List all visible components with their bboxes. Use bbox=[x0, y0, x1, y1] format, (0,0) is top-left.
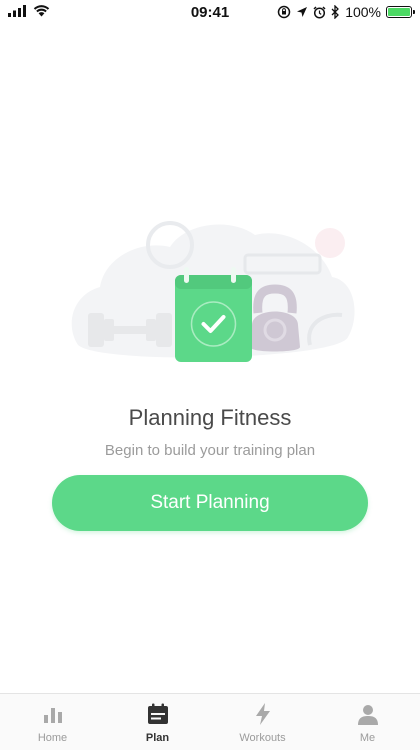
tab-label: Home bbox=[37, 732, 68, 744]
location-icon bbox=[297, 7, 308, 17]
rotation-lock-icon bbox=[277, 5, 291, 19]
status-right: 100% bbox=[277, 4, 415, 20]
battery-icon bbox=[386, 6, 415, 18]
status-bar: 09:41 100% bbox=[0, 0, 420, 26]
battery-percent: 100% bbox=[345, 4, 381, 20]
alarm-icon bbox=[313, 5, 326, 19]
calendar-check-icon bbox=[175, 267, 252, 362]
bluetooth-icon bbox=[331, 5, 340, 19]
tab-label: Me bbox=[359, 732, 376, 744]
tab-workouts[interactable]: Workouts bbox=[210, 694, 315, 750]
tab-plan[interactable]: Plan bbox=[105, 694, 210, 750]
page-title: Planning Fitness bbox=[128, 405, 292, 430]
tab-me[interactable]: Me bbox=[315, 694, 420, 750]
tab-label: Workouts bbox=[239, 732, 286, 744]
lightning-icon bbox=[255, 703, 270, 725]
page-subtitle: Begin to build your training plan bbox=[104, 442, 316, 459]
battery-fill bbox=[388, 8, 410, 16]
tab-bar: Home Plan Workouts Me bbox=[0, 693, 420, 750]
start-planning-button[interactable]: Start Planning bbox=[52, 475, 368, 531]
bar-chart-icon bbox=[43, 708, 62, 723]
planning-illustration bbox=[71, 221, 355, 362]
calendar-icon bbox=[147, 703, 168, 724]
tab-label: Plan bbox=[145, 732, 170, 744]
tab-home[interactable]: Home bbox=[0, 694, 105, 750]
person-icon bbox=[357, 705, 378, 725]
